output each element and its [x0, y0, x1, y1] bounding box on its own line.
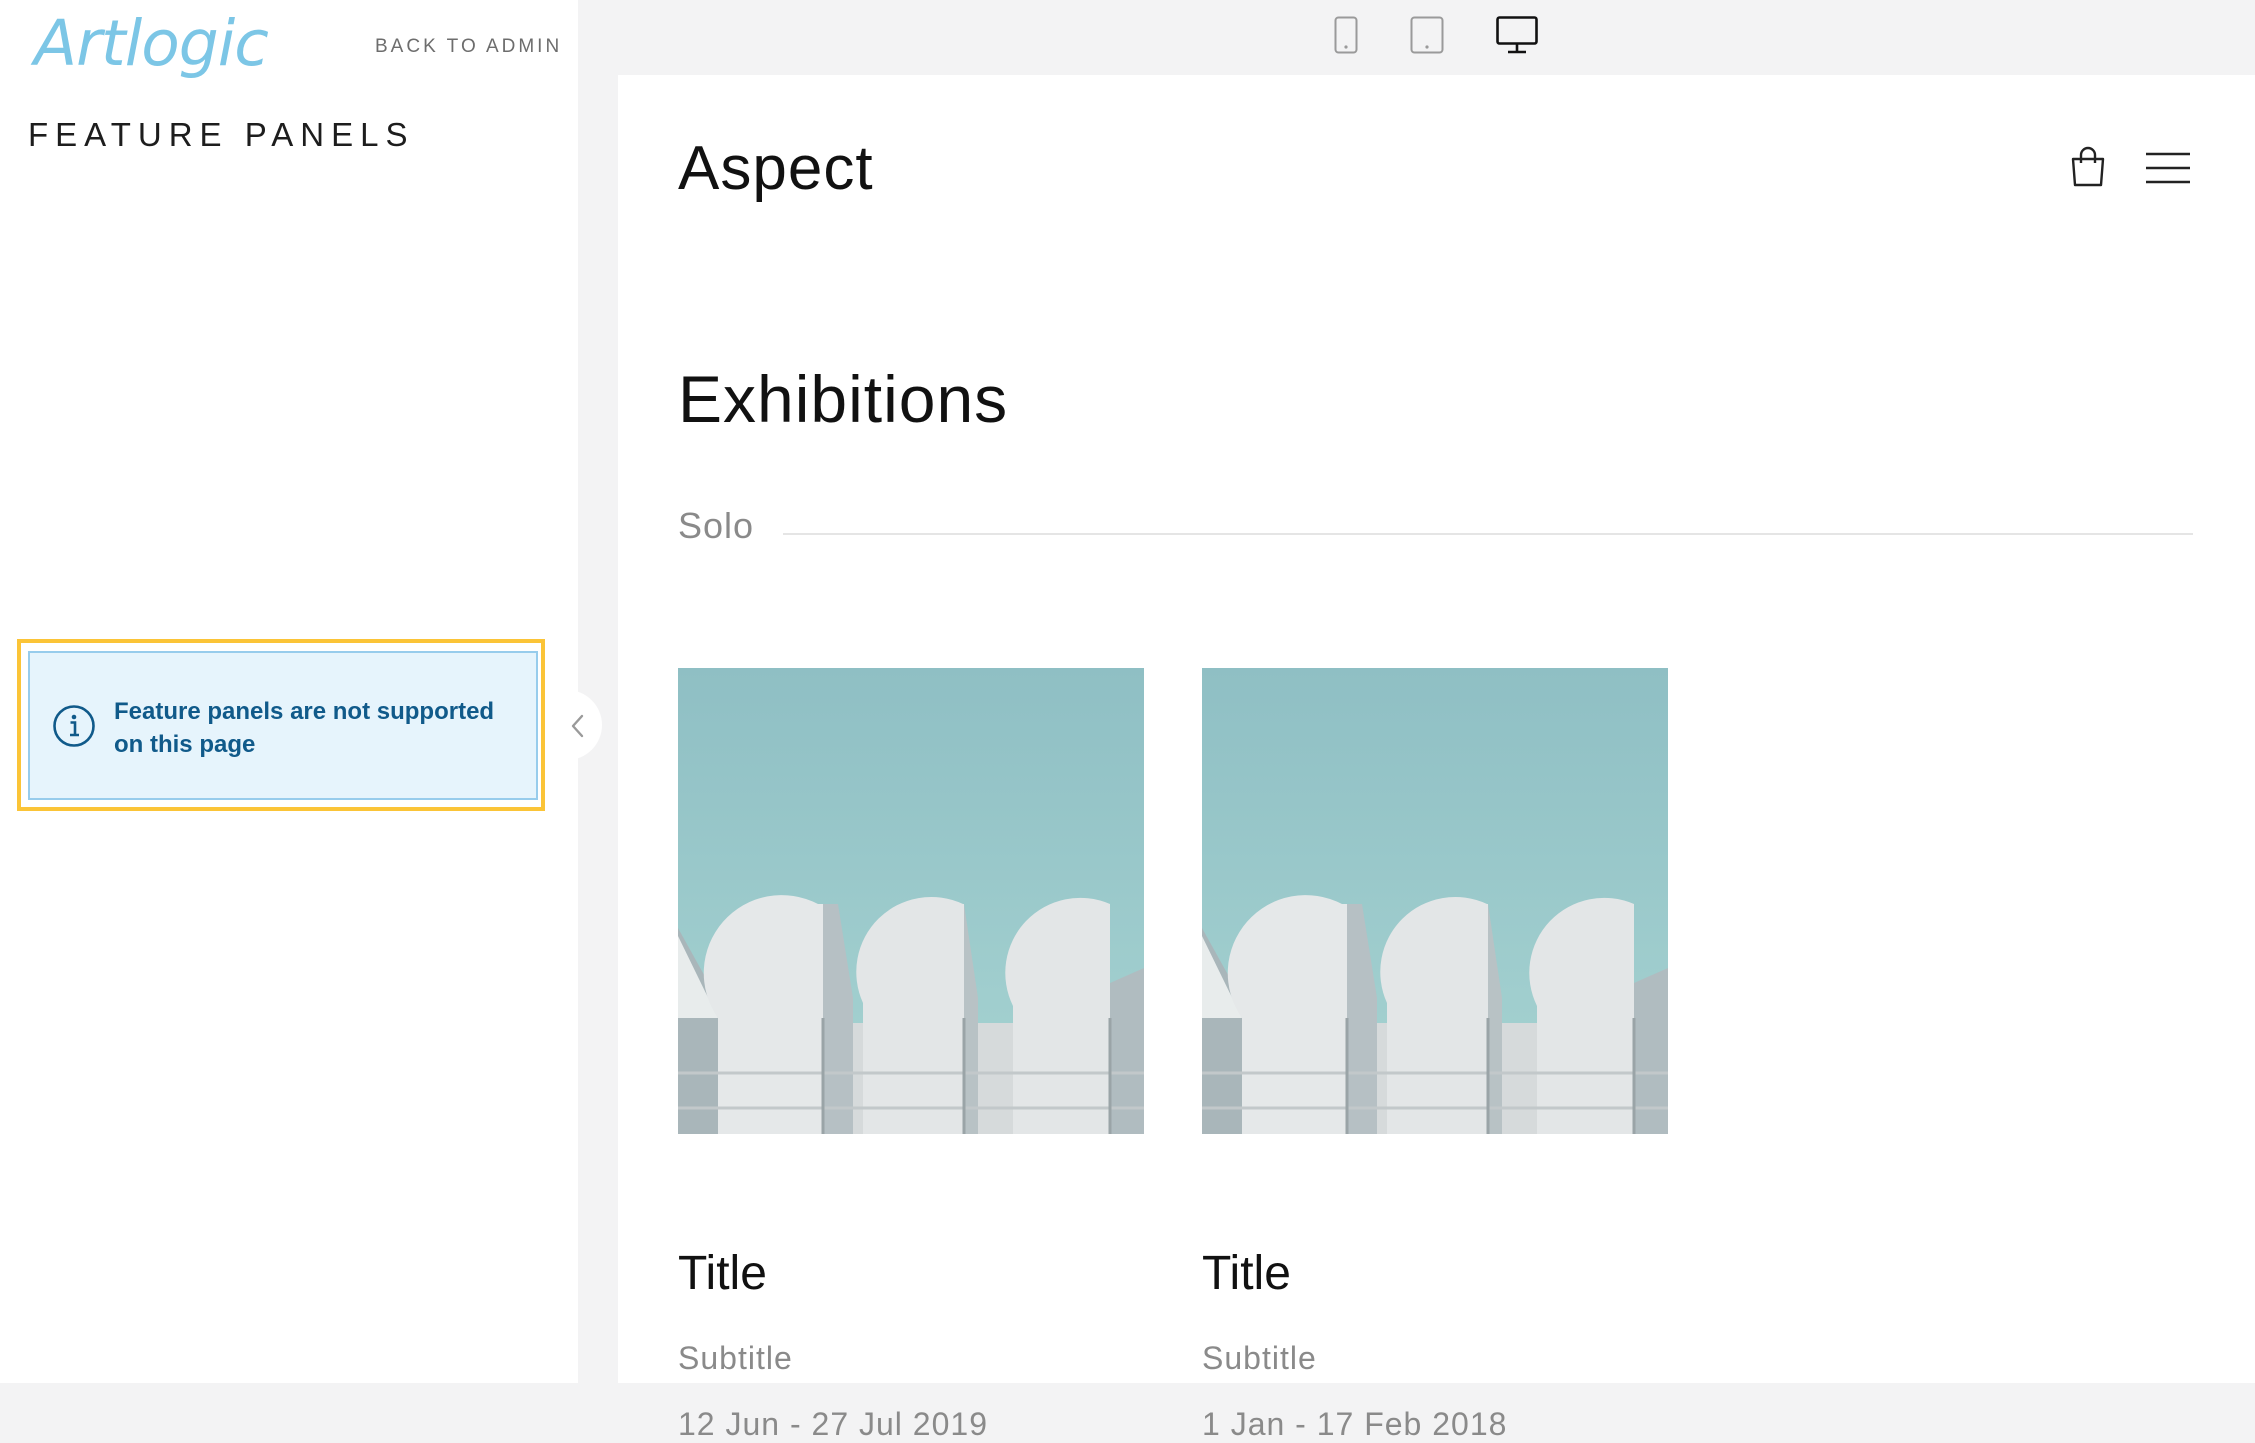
chevron-left-icon — [571, 714, 584, 738]
card-subtitle: Subtitle — [1202, 1340, 1317, 1376]
desktop-view-icon[interactable] — [1496, 16, 1538, 54]
back-to-admin-link[interactable]: BACK TO ADMIN — [375, 36, 562, 58]
exhibition-thumbnail[interactable] — [1202, 668, 1668, 1134]
hamburger-menu-icon[interactable] — [2145, 151, 2191, 185]
info-circle-icon — [53, 705, 95, 747]
unsupported-notice: Feature panels are not supported on this… — [28, 651, 538, 800]
section-divider — [783, 533, 2193, 535]
card-title[interactable]: Title — [1202, 1246, 1291, 1301]
mobile-view-icon[interactable] — [1334, 16, 1358, 54]
site-preview: Aspect Exhibitions Solo Title Subtitle 1… — [618, 75, 2255, 1442]
feature-panels-sidebar: Artlogic BACK TO ADMIN FEATURE PANELS Fe… — [0, 0, 578, 1383]
card-subtitle: Subtitle — [678, 1340, 793, 1376]
notice-message: Feature panels are not supported on this… — [114, 698, 495, 758]
artlogic-logo: Artlogic — [34, 7, 269, 80]
exhibition-thumbnail[interactable] — [678, 668, 1144, 1134]
card-dates: 1 Jan - 17 Feb 2018 — [1202, 1406, 1508, 1442]
tablet-view-icon[interactable] — [1410, 16, 1444, 54]
card-dates: 12 Jun - 27 Jul 2019 — [678, 1406, 988, 1442]
shopping-bag-icon[interactable] — [2070, 146, 2106, 188]
collapse-sidebar-button[interactable] — [556, 690, 602, 760]
site-title[interactable]: Aspect — [678, 133, 874, 204]
sidebar-heading: FEATURE PANELS — [28, 116, 415, 153]
page-heading: Exhibitions — [678, 362, 1009, 436]
card-title[interactable]: Title — [678, 1246, 767, 1301]
section-label: Solo — [678, 505, 755, 546]
